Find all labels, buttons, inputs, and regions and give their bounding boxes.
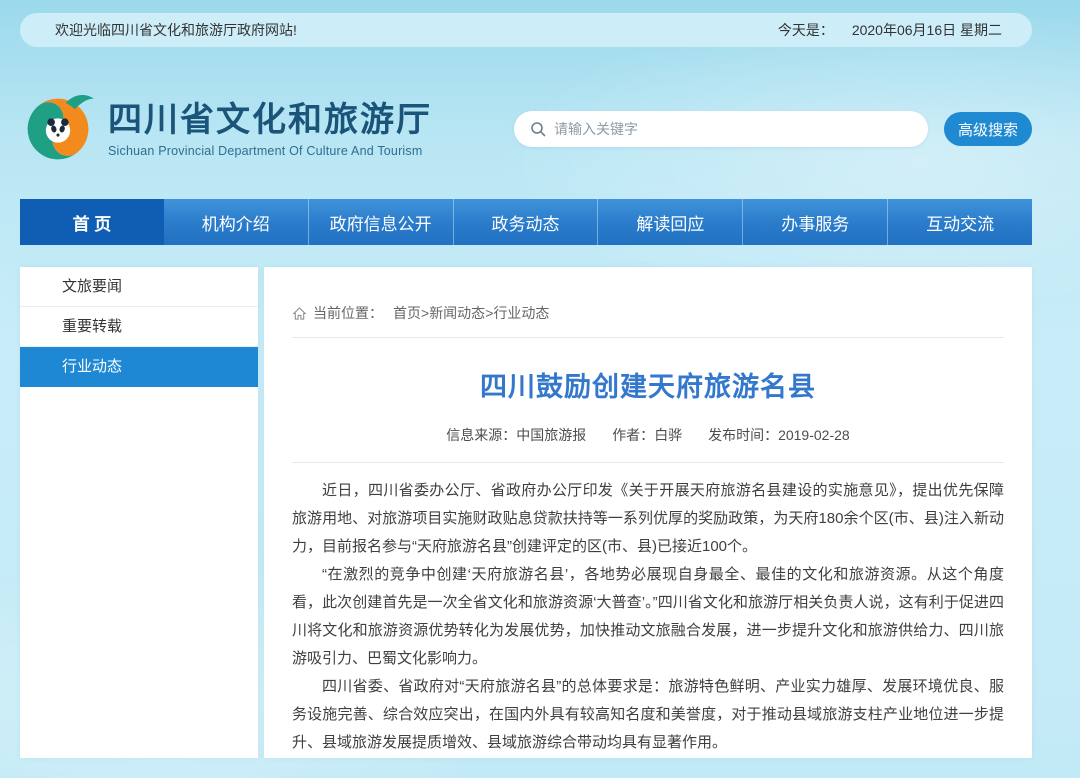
nav-item-interaction[interactable]: 互动交流 (887, 199, 1032, 245)
top-bar: 欢迎光临四川省文化和旅游厅政府网站! 今天是： 2020年06月16日 星期二 (20, 13, 1032, 47)
article-body: 近日，四川省委办公厅、省政府办公厅印发《关于开展天府旅游名县建设的实施意见》，提… (292, 477, 1004, 758)
date-display: 今天是： 2020年06月16日 星期二 (778, 20, 1002, 40)
nav-item-services[interactable]: 办事服务 (742, 199, 887, 245)
welcome-text: 欢迎光临四川省文化和旅游厅政府网站! (55, 20, 297, 40)
advanced-search-button[interactable]: 高级搜索 (944, 112, 1032, 146)
nav-item-interpretation[interactable]: 解读回应 (597, 199, 742, 245)
search-input[interactable] (554, 121, 912, 137)
content-panel: 当前位置： 首页 > 新闻动态 > 行业动态 四川鼓励创建天府旅游名县 信息来源… (264, 267, 1032, 758)
panda-swirl-logo-icon (20, 91, 96, 167)
search-box (514, 111, 928, 147)
nav-item-gov-news[interactable]: 政务动态 (453, 199, 598, 245)
article-paragraph: 四川省委、省政府对“天府旅游名县”的总体要求是：旅游特色鲜明、产业实力雄厚、发展… (292, 673, 1004, 757)
site-header: 四川省文化和旅游厅 Sichuan Provincial Department … (20, 85, 1032, 173)
breadcrumb-divider (292, 337, 1004, 338)
breadcrumb-link-industry-news[interactable]: 行业动态 (493, 303, 549, 323)
page-container: 欢迎光临四川省文化和旅游厅政府网站! 今天是： 2020年06月16日 星期二 (20, 13, 1032, 758)
sidebar-item-industry-news[interactable]: 行业动态 (20, 347, 258, 387)
meta-divider (292, 462, 1004, 463)
nav-item-org-intro[interactable]: 机构介绍 (164, 199, 308, 245)
meta-author: 作者：白骅 (612, 427, 682, 443)
site-title-en: Sichuan Provincial Department Of Culture… (108, 144, 432, 158)
site-title: 四川省文化和旅游厅 (108, 100, 432, 140)
nav-item-gov-info[interactable]: 政府信息公开 (308, 199, 453, 245)
site-logo[interactable]: 四川省文化和旅游厅 Sichuan Provincial Department … (20, 91, 432, 167)
breadcrumb-separator: > (485, 305, 493, 321)
meta-publish-time: 发布时间：2019-02-28 (708, 427, 850, 443)
sidebar: 文旅要闻 重要转载 行业动态 (20, 267, 258, 758)
sidebar-item-important-reposts[interactable]: 重要转载 (20, 307, 258, 347)
breadcrumb-link-news[interactable]: 新闻动态 (429, 303, 485, 323)
home-icon (292, 306, 307, 321)
article-paragraph: 近日，四川省委办公厅、省政府办公厅印发《关于开展天府旅游名县建设的实施意见》，提… (292, 477, 1004, 561)
nav-item-home[interactable]: 首 页 (20, 199, 164, 245)
breadcrumb: 当前位置： 首页 > 新闻动态 > 行业动态 (292, 303, 1004, 323)
breadcrumb-link-home[interactable]: 首页 (393, 303, 421, 323)
main-area: 文旅要闻 重要转载 行业动态 当前位置： 首页 > 新闻动态 > 行业动态 四川… (20, 267, 1032, 758)
primary-nav: 首 页 机构介绍 政府信息公开 政务动态 解读回应 办事服务 互动交流 (20, 199, 1032, 245)
article-title: 四川鼓励创建天府旅游名县 (292, 365, 1004, 404)
sidebar-item-culture-tourism-news[interactable]: 文旅要闻 (20, 267, 258, 307)
breadcrumb-separator: > (421, 305, 429, 321)
date-label: 今天是： (778, 22, 834, 38)
article-meta: 信息来源：中国旅游报 作者：白骅 发布时间：2019-02-28 (292, 425, 1004, 445)
date-value: 2020年06月16日 星期二 (852, 22, 1002, 38)
article-paragraph: 《意见》提出，对命名为“天府旅游名县”的，省财政一次性给予3000万元奖励；优先… (292, 757, 1004, 758)
meta-source: 信息来源：中国旅游报 (446, 427, 586, 443)
search-icon (530, 121, 546, 137)
article-paragraph: “在激烈的竞争中创建‘天府旅游名县’，各地势必展现自身最全、最佳的文化和旅游资源… (292, 561, 1004, 673)
breadcrumb-label: 当前位置： (313, 303, 383, 323)
logo-text: 四川省文化和旅游厅 Sichuan Provincial Department … (108, 100, 432, 158)
